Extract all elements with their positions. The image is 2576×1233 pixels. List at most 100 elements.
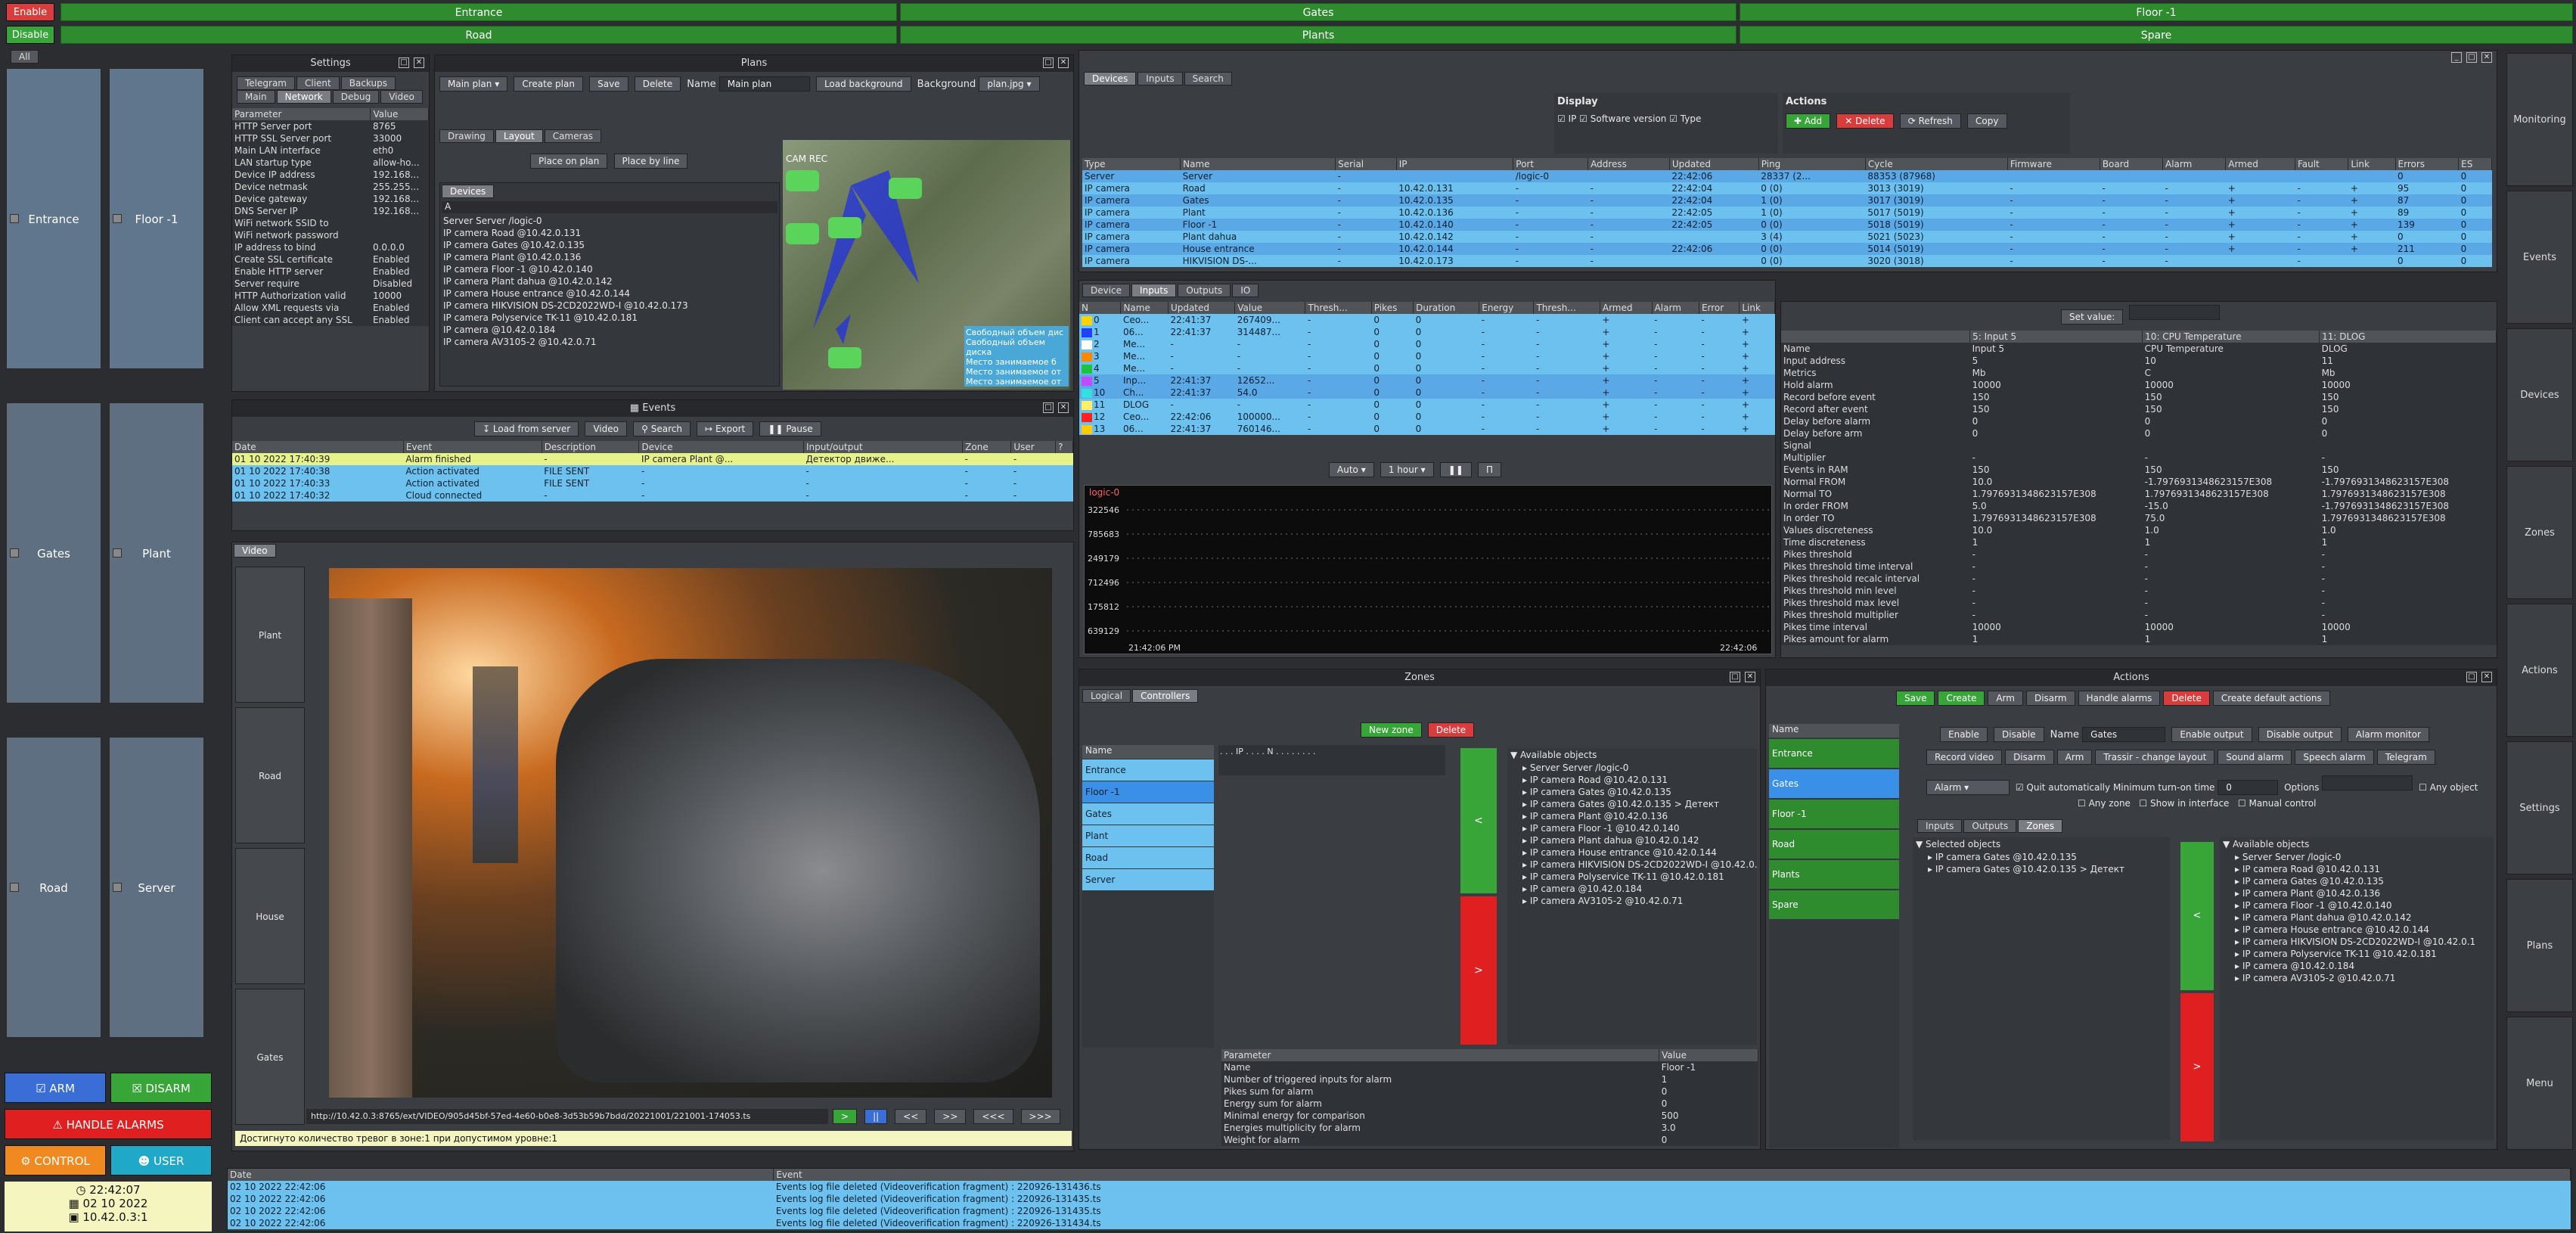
export-button[interactable]: ↦ Export bbox=[697, 421, 754, 436]
tree-node[interactable]: ▸ IP camera Gates @10.42.0.135 bbox=[2232, 875, 2494, 887]
param-row[interactable]: Pikes threshold recalc interval - - - bbox=[1781, 573, 2497, 585]
enable-button[interactable]: Enable bbox=[6, 3, 54, 21]
zone-list-item[interactable]: Gates bbox=[1082, 803, 1214, 825]
trassir-change-layout-button[interactable]: Trassir - change layout bbox=[2095, 750, 2215, 765]
zone-param-row[interactable]: Pikes sum for alarm 0 bbox=[1221, 1085, 1758, 1098]
tree-node[interactable]: ▸ IP camera @10.42.0.184 bbox=[2232, 960, 2494, 972]
any-zone-checkbox[interactable]: ☐ Any zone bbox=[2078, 798, 2131, 809]
input-row[interactable]: 11 DLOG - - -0 0- - + - - + bbox=[1079, 399, 1775, 411]
table-row[interactable]: HTTP SSL Server port 33000 bbox=[232, 132, 429, 144]
alarm-monitor-button[interactable]: Alarm monitor bbox=[2347, 727, 2429, 742]
param-row[interactable]: Values discreteness 10.0 1.0 1.0 bbox=[1781, 524, 2497, 536]
period-select[interactable]: 1 hour ▾ bbox=[1380, 462, 1434, 477]
table-row[interactable]: Main LAN interface eth0 bbox=[232, 144, 429, 157]
zone-tile-floor[interactable]: Floor -1 bbox=[109, 68, 204, 369]
arm-button[interactable]: Arm bbox=[1988, 691, 2023, 706]
event-row[interactable]: 01 10 2022 17:40:33 Action activated FILE … bbox=[232, 477, 1073, 489]
param-row[interactable]: Hold alarm 10000 10000 10000 bbox=[1781, 379, 2497, 391]
action-list-item[interactable]: Plants bbox=[1769, 860, 1899, 889]
tab-outputs[interactable]: Outputs bbox=[1963, 819, 2017, 833]
tree-node[interactable]: ▸ IP camera Plant @10.42.0.136 bbox=[2232, 887, 2494, 899]
plan-device-item[interactable]: IP camera Plant @10.42.0.136 bbox=[440, 251, 779, 263]
zone-list-item[interactable]: Entrance bbox=[1082, 759, 1214, 781]
pause-button[interactable]: ❚❚ Pause bbox=[759, 421, 821, 436]
close-icon[interactable]: ✕ bbox=[414, 57, 424, 68]
input-row[interactable]: 3 Me... - - -0 0- - + - - + bbox=[1079, 350, 1775, 362]
table-row[interactable]: Client can accept any SSL Enabled bbox=[232, 314, 429, 326]
delete-device-button[interactable]: ✕ Delete bbox=[1836, 113, 1894, 129]
param-row[interactable]: Pikes threshold min level - - - bbox=[1781, 585, 2497, 597]
param-row[interactable]: Time discreteness 1 1 1 bbox=[1781, 536, 2497, 548]
handle-alarms-button[interactable]: ⚠ HANDLE ALARMS bbox=[5, 1109, 212, 1139]
camera-list-item[interactable]: Plant bbox=[235, 567, 305, 703]
tree-node[interactable]: ▸ Server Server /logic-0 bbox=[1519, 762, 1757, 774]
device-row[interactable]: IP camera Gates -10.42.0.135- -22:42:04 1 (0… bbox=[1082, 194, 2492, 207]
tab-video[interactable]: Video bbox=[234, 544, 276, 557]
camera-list-item[interactable]: House entrance bbox=[235, 848, 305, 1058]
close-icon[interactable]: ✕ bbox=[1058, 57, 1069, 68]
tab-drawing[interactable]: Drawing bbox=[439, 129, 494, 143]
table-row[interactable]: Device IP address 192.168... bbox=[232, 169, 429, 181]
record-video-button[interactable]: Record video bbox=[1926, 750, 2003, 765]
restore-icon[interactable]: □ bbox=[2466, 672, 2477, 682]
auto-select[interactable]: Auto ▾ bbox=[1329, 462, 1374, 477]
device-row[interactable]: IP camera Plant dahua -10.42.0.142- -3 (4) 5… bbox=[1082, 231, 2492, 243]
param-row[interactable]: In order FROM 5.0 -15.0 -1.7976931348623157… bbox=[1781, 500, 2497, 512]
event-row[interactable]: 01 10 2022 17:40:38 Action activated FILE … bbox=[232, 465, 1073, 477]
tab-cameras[interactable]: Cameras bbox=[544, 129, 602, 143]
plan-device-item[interactable]: IP camera Road @10.42.0.131 bbox=[440, 227, 779, 239]
rewind-button[interactable]: << bbox=[895, 1109, 927, 1124]
log-row[interactable]: 02 10 2022 22:42:06 Events log file delet… bbox=[228, 1217, 2571, 1229]
remove-from-action-button[interactable]: > bbox=[2180, 993, 2214, 1141]
plan-device-item[interactable]: IP camera House entrance @10.42.0.144 bbox=[440, 287, 779, 300]
plan-map[interactable]: CAM REC Свободный объем дис Свободный объ… bbox=[783, 140, 1070, 390]
param-row[interactable]: Record after event 150 150 150 bbox=[1781, 403, 2497, 415]
param-row[interactable]: Normal TO 1.7976931348623157E308 1.7976931… bbox=[1781, 488, 2497, 500]
device-row[interactable]: IP camera House entrance -10.42.0.144- -22:… bbox=[1082, 243, 2492, 255]
zone-bar-plants[interactable]: Plants bbox=[900, 26, 1736, 44]
input-row[interactable]: 5 Inp... 22:41:37 12652... -0 0- - + - - + bbox=[1079, 374, 1775, 387]
zone-param-row[interactable]: Weight for alarm 0 bbox=[1221, 1134, 1758, 1146]
zone-tile-plant[interactable]: Plant bbox=[109, 402, 204, 703]
log-row[interactable]: 02 10 2022 22:42:06 Events log file delet… bbox=[228, 1181, 2571, 1193]
param-row[interactable]: Pikes threshold - - - bbox=[1781, 548, 2497, 561]
tree-node[interactable]: ▸ IP camera HIKVISION DS-2CD2022WD-I @10… bbox=[1519, 859, 1757, 871]
plan-device-item[interactable]: IP camera @10.42.0.184 bbox=[440, 324, 779, 336]
param-row[interactable]: Name Input 5 CPU Temperature DLOG bbox=[1781, 343, 2497, 355]
place-on-plan-button[interactable]: Place on plan bbox=[530, 154, 608, 169]
tree-node[interactable]: ▸ IP camera AV3105-2 @10.42.0.71 bbox=[1519, 895, 1757, 907]
tab-controllers[interactable]: Controllers bbox=[1132, 689, 1199, 703]
zone-tile-gates[interactable]: Gates bbox=[6, 402, 101, 703]
set-value-input[interactable] bbox=[2129, 305, 2221, 320]
table-row[interactable]: HTTP Authorization valid 10000 bbox=[232, 290, 429, 302]
table-row[interactable]: IP address to bind 0.0.0.0 bbox=[232, 241, 429, 253]
restore-icon[interactable]: □ bbox=[399, 57, 409, 68]
table-row[interactable]: Allow XML requests via Enabled bbox=[232, 302, 429, 314]
tree-node[interactable]: ▸ IP camera House entrance @10.42.0.144 bbox=[2232, 924, 2494, 936]
create-default-actions-button[interactable]: Create default actions bbox=[2212, 691, 2330, 706]
disable-action-button[interactable]: Disable bbox=[1994, 727, 2044, 742]
tree-node[interactable]: ▸ IP camera AV3105-2 @10.42.0.71 bbox=[2232, 972, 2494, 984]
create-button[interactable]: Create bbox=[1938, 691, 1985, 706]
input-row[interactable]: 10 Ch... 22:41:37 54.0-0 0- - + - - + bbox=[1079, 387, 1775, 399]
plan-device-item[interactable]: IP camera AV3105-2 @10.42.0.71 bbox=[440, 336, 779, 348]
tree-node[interactable]: ▸ IP camera Plant @10.42.0.136 bbox=[1519, 810, 1757, 822]
tree-node[interactable]: ▸ IP camera @10.42.0.184 bbox=[1519, 883, 1757, 895]
tab-main[interactable]: Main bbox=[237, 90, 275, 104]
tab-outputs[interactable]: Outputs bbox=[1178, 284, 1231, 297]
tree-node[interactable]: ▸ IP camera Floor -1 @10.42.0.140 bbox=[2232, 899, 2494, 912]
tab-zones[interactable]: Zones bbox=[2018, 819, 2063, 833]
tree-node[interactable]: ▸ IP camera Plant dahua @10.42.0.142 bbox=[1519, 834, 1757, 846]
add-to-zone-button[interactable]: < bbox=[1460, 748, 1497, 893]
tab-network[interactable]: Network bbox=[276, 90, 331, 104]
nav-monitoring[interactable]: Monitoring bbox=[2506, 53, 2573, 186]
table-row[interactable]: HTTP Server port 8765 bbox=[232, 120, 429, 132]
device-filter[interactable]: A bbox=[442, 201, 777, 213]
restore-icon[interactable]: □ bbox=[1043, 402, 1054, 413]
restore-icon[interactable]: □ bbox=[1043, 57, 1054, 68]
search-button[interactable]: ⚲ Search bbox=[633, 421, 691, 436]
zone-list-item[interactable]: Plant bbox=[1082, 825, 1214, 846]
tree-node[interactable]: ▸ IP camera Floor -1 @10.42.0.140 bbox=[1519, 822, 1757, 834]
camera-icon[interactable] bbox=[786, 223, 819, 244]
param-row[interactable]: Normal FROM 10.0 -1.7976931348623157E308 -1… bbox=[1781, 476, 2497, 488]
